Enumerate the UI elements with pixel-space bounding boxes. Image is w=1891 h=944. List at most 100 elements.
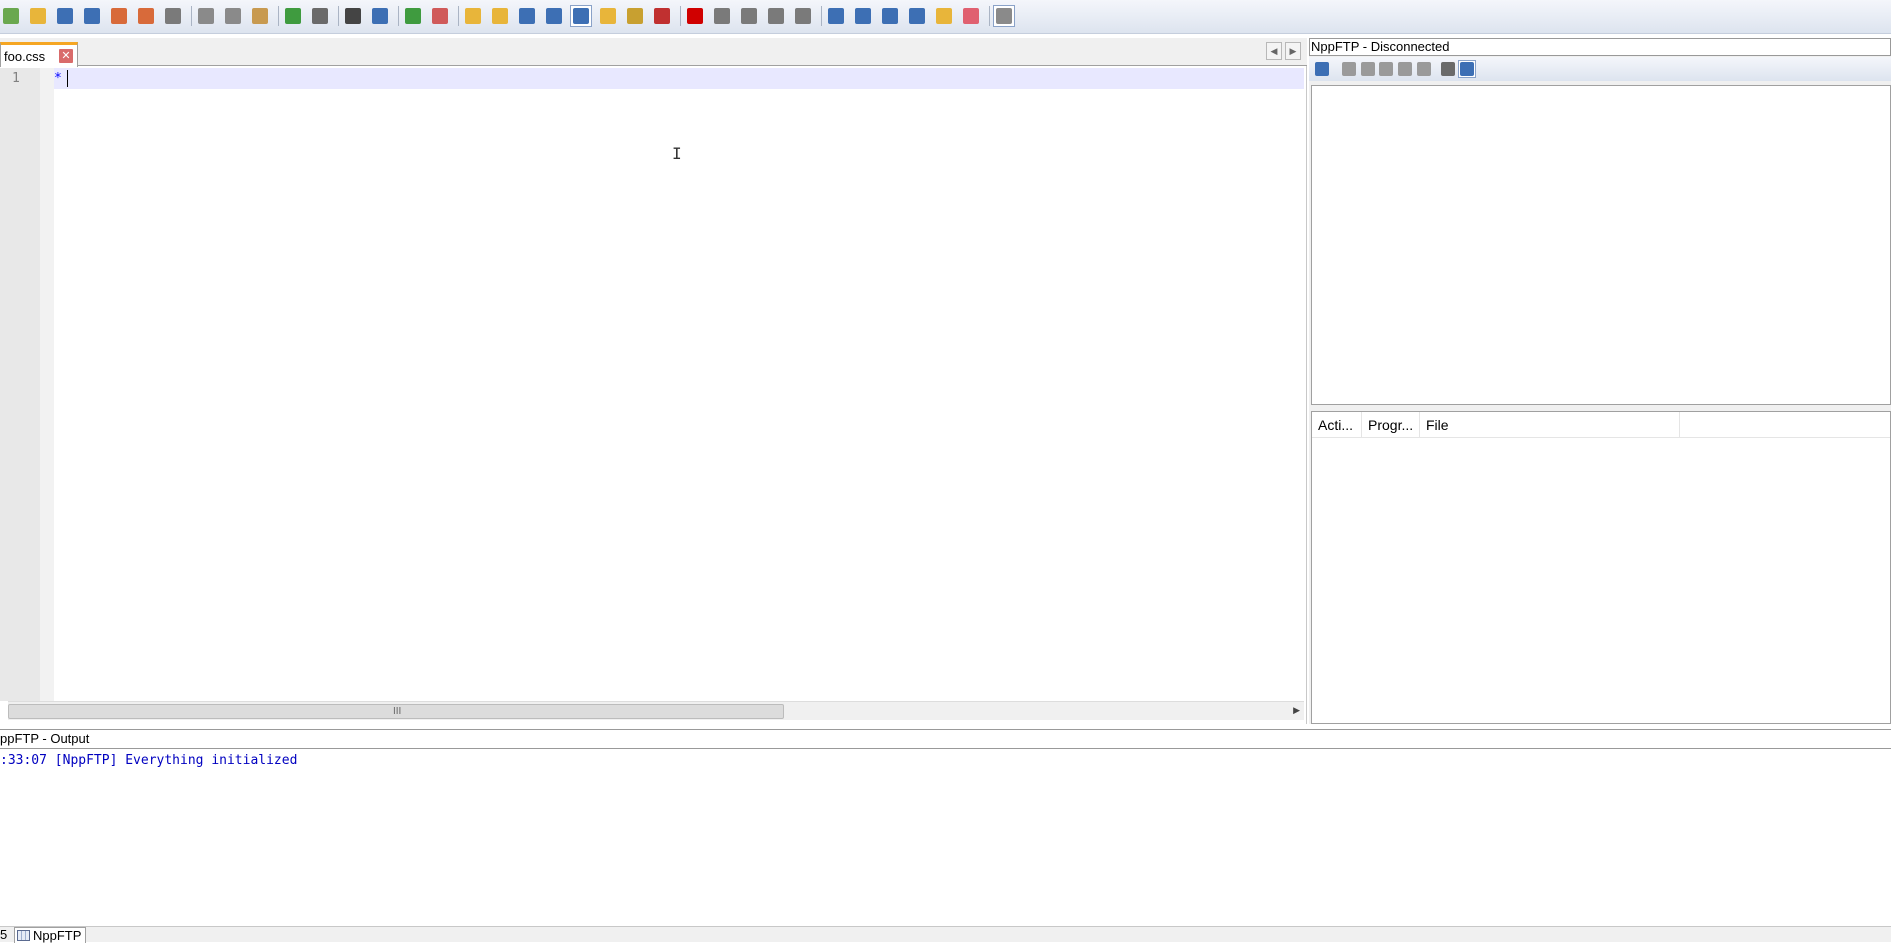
toolbar-separator	[989, 6, 990, 26]
replace-icon-glyph	[372, 8, 388, 24]
replace-icon[interactable]	[369, 5, 391, 27]
upload-icon-glyph	[1361, 62, 1375, 76]
zoom-out-icon[interactable]	[429, 5, 451, 27]
close-all-icon-glyph	[138, 8, 154, 24]
abort-icon[interactable]	[1415, 60, 1433, 78]
toolbar-separator	[338, 6, 339, 26]
sum-alt-icon-glyph	[909, 8, 925, 24]
indent-guide-icon[interactable]	[570, 5, 592, 27]
nppftp-toggle-icon-glyph	[996, 8, 1012, 24]
line-number: 1	[12, 71, 20, 86]
close-all-icon[interactable]	[135, 5, 157, 27]
save-macro-icon[interactable]	[792, 5, 814, 27]
find-icon[interactable]	[342, 5, 364, 27]
find-icon-glyph	[345, 8, 361, 24]
upload-icon[interactable]	[1359, 60, 1377, 78]
print-icon-glyph	[165, 8, 181, 24]
open-file-icon[interactable]	[27, 5, 49, 27]
connect-icon[interactable]	[1313, 60, 1331, 78]
scroll-right-arrow-icon[interactable]: ▶	[1293, 705, 1300, 716]
sync-vertical-icon-glyph	[465, 8, 481, 24]
close-file-icon-glyph	[111, 8, 127, 24]
output-panel[interactable]	[0, 750, 1891, 926]
bottom-tab-bar: 5 NppFTP	[0, 926, 1891, 943]
bottom-tab-partial[interactable]: 5	[0, 927, 7, 943]
run-macro-multiple-icon-glyph	[768, 8, 784, 24]
up-arrow-icon[interactable]	[852, 5, 874, 27]
redo-icon[interactable]	[309, 5, 331, 27]
run-macro-multiple-icon[interactable]	[765, 5, 787, 27]
main-toolbar	[0, 0, 1891, 34]
nppftp-tab-icon	[17, 930, 30, 941]
remote-file-tree[interactable]	[1311, 85, 1891, 405]
messages-icon[interactable]	[1458, 60, 1476, 78]
doc-map-icon[interactable]	[624, 5, 646, 27]
stop-record-icon-glyph	[714, 8, 730, 24]
tab-foo-css[interactable]: foo.css ✕	[0, 42, 78, 67]
word-wrap-icon[interactable]	[516, 5, 538, 27]
close-tab-icon[interactable]: ✕	[59, 49, 73, 63]
refresh-icon[interactable]	[1396, 60, 1414, 78]
save-icon-glyph	[57, 8, 73, 24]
fold-margin[interactable]	[40, 68, 54, 701]
sum-icon[interactable]	[825, 5, 847, 27]
horizontal-scrollbar[interactable]: III ▶	[8, 701, 1304, 720]
undo-icon[interactable]	[282, 5, 304, 27]
nppftp-title: NppFTP - Disconnected	[1309, 38, 1891, 56]
down-arrow-icon[interactable]	[879, 5, 901, 27]
open-file-icon-glyph	[30, 8, 46, 24]
connect-icon-glyph	[1315, 62, 1329, 76]
print-icon[interactable]	[162, 5, 184, 27]
zoom-in-icon-glyph	[405, 8, 421, 24]
sync-horizontal-icon[interactable]	[489, 5, 511, 27]
cut-icon[interactable]	[195, 5, 217, 27]
record-macro-icon[interactable]	[684, 5, 706, 27]
tab-scroll-right-button[interactable]: ▶	[1285, 42, 1301, 60]
sync-vertical-icon[interactable]	[462, 5, 484, 27]
heart-icon[interactable]	[960, 5, 982, 27]
show-all-chars-icon[interactable]	[543, 5, 565, 27]
paste-icon[interactable]	[249, 5, 271, 27]
toolbar-separator	[680, 6, 681, 26]
transfer-queue[interactable]	[1311, 411, 1891, 724]
upload-alt-icon[interactable]	[1377, 60, 1395, 78]
text-caret	[67, 70, 68, 87]
play-macro-icon[interactable]	[738, 5, 760, 27]
scrollbar-thumb[interactable]: III	[8, 704, 784, 719]
scrollbar-grip: III	[393, 706, 402, 717]
copy-icon-glyph	[225, 8, 241, 24]
comment-icon[interactable]	[933, 5, 955, 27]
cut-icon-glyph	[198, 8, 214, 24]
function-list-icon[interactable]	[651, 5, 673, 27]
bottom-tab-nppftp[interactable]: NppFTP	[14, 927, 87, 943]
save-all-icon[interactable]	[81, 5, 103, 27]
zoom-in-icon[interactable]	[402, 5, 424, 27]
save-icon[interactable]	[54, 5, 76, 27]
tab-scroll-left-button[interactable]: ◀	[1266, 42, 1282, 60]
function-list-icon-glyph	[654, 8, 670, 24]
column-action[interactable]: Acti...	[1312, 412, 1362, 438]
close-file-icon[interactable]	[108, 5, 130, 27]
user-lang-icon-glyph	[600, 8, 616, 24]
indent-guide-icon-glyph	[573, 8, 589, 24]
nppftp-toggle-icon[interactable]	[993, 5, 1015, 27]
download-icon[interactable]	[1340, 60, 1358, 78]
code-line[interactable]: *	[54, 71, 62, 86]
paste-icon-glyph	[252, 8, 268, 24]
copy-icon[interactable]	[222, 5, 244, 27]
column-file[interactable]: File	[1420, 412, 1680, 438]
toolbar-separator	[278, 6, 279, 26]
user-lang-icon[interactable]	[597, 5, 619, 27]
new-file-icon[interactable]	[0, 5, 22, 27]
save-all-icon-glyph	[84, 8, 100, 24]
settings-icon[interactable]	[1439, 60, 1457, 78]
current-line-highlight	[54, 68, 1304, 89]
down-arrow-icon-glyph	[882, 8, 898, 24]
column-progress[interactable]: Progr...	[1362, 412, 1420, 438]
stop-record-icon[interactable]	[711, 5, 733, 27]
toolbar-separator	[821, 6, 822, 26]
sum-alt-icon[interactable]	[906, 5, 928, 27]
show-all-chars-icon-glyph	[546, 8, 562, 24]
heart-icon-glyph	[963, 8, 979, 24]
abort-icon-glyph	[1417, 62, 1431, 76]
